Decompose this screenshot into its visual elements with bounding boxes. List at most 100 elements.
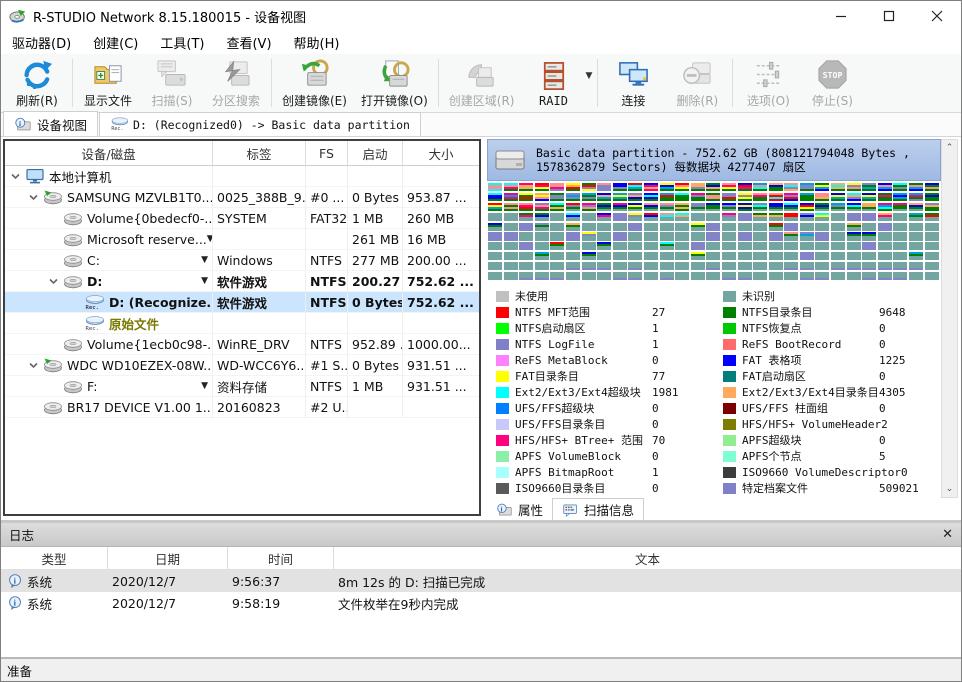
tab-device-view[interactable]: i 设备视图 [3, 111, 98, 136]
tab-properties[interactable]: i 属性 [487, 499, 552, 520]
menu-view[interactable]: 查看(V) [215, 31, 282, 54]
tree-row-d-drive[interactable]: D: ▼ 软件游戏 NTFS 200.27 ... 752.62 ... [5, 271, 479, 292]
column-header-size[interactable]: 大小 [403, 141, 479, 165]
legend-label: UFS/FFS超级块 [515, 400, 652, 416]
chevron-down-icon[interactable] [47, 275, 60, 288]
close-button[interactable] [913, 1, 961, 31]
tree-row-microsoft-reserved[interactable]: Microsoft reserve... ▼ 261 MB 16 MB [5, 229, 479, 250]
scroll-up-icon[interactable]: ⌃ [942, 140, 957, 156]
tree-row-c-drive[interactable]: C: ▼ Windows NTFS 277 MB 200.00 ... [5, 250, 479, 271]
column-header-device[interactable]: ⌃设备/磁盘 [5, 141, 213, 165]
scan-panel-scrollbar[interactable]: ⌃ ⌄ [941, 139, 958, 498]
scan-block [628, 223, 642, 231]
refresh-button[interactable]: 刷新(R) [5, 54, 69, 112]
scan-block [706, 252, 720, 260]
scan-block-map[interactable] [488, 183, 940, 282]
stop-button[interactable]: STOP 停止(S) [800, 54, 864, 112]
maximize-button[interactable] [865, 1, 913, 31]
chevron-down-icon[interactable] [9, 170, 22, 183]
raid-button[interactable]: RAID [521, 56, 585, 110]
options-button[interactable]: 选项(O) [736, 54, 800, 112]
open-image-button[interactable]: 打开镜像(O) [354, 54, 435, 112]
scan-block [738, 252, 752, 260]
scan-block [925, 252, 939, 260]
log-row[interactable]: 系统 2020/12/7 9:56:37 8m 12s 的 D: 扫描已完成 [1, 570, 961, 592]
log-column-text[interactable]: 文本 [334, 547, 961, 569]
connect-button[interactable]: 连接 [601, 54, 665, 112]
partition-dropdown-arrow[interactable]: ▼ [201, 255, 208, 265]
show-files-button[interactable]: 显示文件 [76, 54, 140, 112]
menu-drive[interactable]: 驱动器(D) [1, 31, 82, 54]
legend-count: 9648 [879, 306, 941, 319]
scan-block [535, 183, 549, 191]
legend-label: NTFS MFT范围 [515, 304, 652, 320]
rec-icon [83, 295, 105, 310]
scan-block [925, 262, 939, 270]
log-column-type[interactable]: 类型 [1, 547, 108, 569]
chevron-down-icon[interactable] [27, 191, 40, 204]
menu-tools[interactable]: 工具(T) [149, 31, 215, 54]
scan-block [550, 223, 564, 231]
column-header-boot[interactable]: 启动 [348, 141, 403, 165]
legend-item: FAT 表格项1225 [714, 353, 941, 367]
scan-block [488, 193, 502, 201]
raid-dropdown-arrow[interactable]: ▼ [585, 71, 592, 81]
tree-row-volume-1ecb0c98[interactable]: Volume{1ecb0c98-... ▼ WinRE_DRV NTFS 952… [5, 334, 479, 355]
scan-block [613, 252, 627, 260]
log-column-time[interactable]: 时间 [228, 547, 334, 569]
legend-item: FAT目录条目77 [487, 369, 714, 383]
scan-block [706, 183, 720, 191]
tree-row-wdc[interactable]: WDC WD10EZEX-08W... WD-WCC6Y6... #1 S...… [5, 355, 479, 376]
scan-block [784, 242, 798, 250]
scan-block [753, 193, 767, 201]
partition-search-button[interactable]: 分区搜索 [204, 54, 268, 112]
partition-dropdown-arrow[interactable]: ▼ [201, 381, 208, 391]
scan-block [878, 213, 892, 221]
scan-block [769, 183, 783, 191]
column-header-fs[interactable]: FS [306, 141, 348, 165]
delete-button[interactable]: 删除(R) [665, 54, 729, 112]
scan-block [582, 183, 596, 191]
scan-block [644, 213, 658, 221]
column-header-label[interactable]: 标签 [213, 141, 306, 165]
scan-block [597, 203, 611, 211]
title-bar[interactable]: R-STUDIO Network 8.15.180015 - 设备视图 [1, 1, 961, 31]
scan-block [800, 252, 814, 260]
scan-block [644, 203, 658, 211]
tree-row-raw-files[interactable]: 原始文件 [5, 313, 479, 334]
log-column-date[interactable]: 日期 [108, 547, 228, 569]
scan-block [644, 223, 658, 231]
scan-block [738, 183, 752, 191]
tree-row-volume-0bedecf0[interactable]: Volume{0bedecf0-... ▼ SYSTEM FAT32 1 MB … [5, 208, 479, 229]
scan-block [660, 183, 674, 191]
partition-dropdown-arrow[interactable]: ▼ [201, 276, 208, 286]
tree-row-local-computer[interactable]: 本地计算机 [5, 166, 479, 187]
legend-count: 5 [879, 450, 941, 463]
tab-scan-info[interactable]: 扫描信息 [552, 498, 644, 520]
tree-row-d-recognized[interactable]: D: (Recognize... 软件游戏 NTFS 0 Bytes 752.6… [5, 292, 479, 313]
scan-block [535, 252, 549, 260]
legend-label: 未识别 [742, 288, 879, 304]
tree-row-br17-device[interactable]: BR17 DEVICE V1.00 1.... 20160823 #2 U... [5, 397, 479, 418]
menu-create[interactable]: 创建(C) [82, 31, 149, 54]
create-image-button[interactable]: 创建镜像(E) [275, 54, 354, 112]
scan-block [847, 232, 861, 240]
log-close-icon[interactable]: ✕ [942, 527, 953, 542]
scan-button[interactable]: 扫描(S) [140, 54, 204, 112]
minimize-button[interactable] [817, 1, 865, 31]
menu-help[interactable]: 帮助(H) [283, 31, 351, 54]
legend-swatch [723, 291, 736, 302]
log-row[interactable]: 系统 2020/12/7 9:58:19 文件枚举在9秒内完成 [1, 592, 961, 614]
legend-count: 0 [652, 450, 714, 463]
scroll-down-icon[interactable]: ⌄ [942, 481, 957, 497]
scan-block [769, 252, 783, 260]
scan-block [613, 223, 627, 231]
tab-scan-view[interactable]: D: (Recognized0) -> Basic data partition [99, 112, 421, 136]
legend-count: 1 [652, 338, 714, 351]
chevron-down-icon[interactable] [27, 359, 40, 372]
tree-row-f-drive[interactable]: F: ▼ 资料存储 NTFS 1 MB 931.51 ... [5, 376, 479, 397]
create-region-button[interactable]: 创建区域(R) [442, 54, 522, 112]
scan-block [675, 232, 689, 240]
tree-row-samsung[interactable]: SAMSUNG MZVLB1T0... 0025_388B_9... #0 ..… [5, 187, 479, 208]
scan-block [862, 203, 876, 211]
